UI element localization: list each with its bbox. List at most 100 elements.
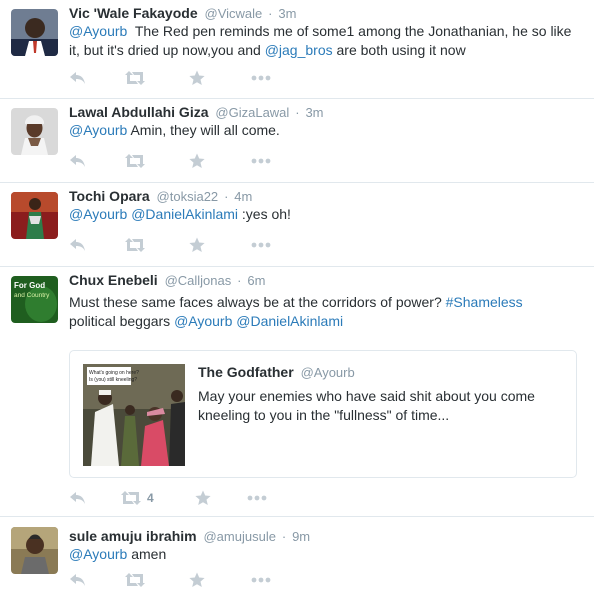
text-segment: amen [127, 546, 167, 562]
text-segment: :yes oh! [238, 206, 291, 222]
avatar[interactable] [11, 108, 58, 155]
reply-icon [70, 492, 85, 504]
tweet-actions [69, 151, 271, 171]
timestamp[interactable]: 4m [234, 189, 252, 204]
reply-button[interactable] [69, 68, 125, 88]
star-icon [189, 572, 205, 587]
quoted-tweet-image[interactable]: What's going on here? Is (you) still kne… [83, 364, 185, 466]
text-segment: are both using it now [332, 42, 466, 58]
mention-link[interactable]: @Ayourb [69, 206, 127, 222]
username[interactable]: @toksia22 [157, 189, 219, 204]
retweet-icon [125, 238, 145, 252]
reply-button[interactable] [69, 151, 125, 171]
retweet-button[interactable] [125, 68, 189, 88]
tweet-item[interactable]: For God and Country Chux Enebeli @Calljo… [0, 267, 594, 517]
reply-icon [70, 239, 85, 251]
avatar[interactable] [11, 192, 58, 239]
username[interactable]: @GizaLawal [215, 105, 289, 120]
separator: · [224, 189, 229, 204]
mention-link[interactable]: @Ayourb [69, 23, 127, 39]
reply-button[interactable] [69, 488, 121, 508]
tweet-actions [69, 68, 271, 88]
more-icon [251, 158, 271, 164]
quoted-username[interactable]: @Ayourb [301, 365, 355, 380]
tweet-text: @Ayourb @DanielAkinlami :yes oh! [69, 205, 579, 224]
quoted-tweet[interactable]: What's going on here? Is (you) still kne… [69, 350, 577, 478]
mention-link[interactable]: @DanielAkinlami [236, 313, 343, 329]
fullname[interactable]: Chux Enebeli [69, 272, 158, 288]
tweet-header: Vic 'Wale Fakayode @Vicwale · 3m [69, 4, 296, 23]
more-icon [251, 242, 271, 248]
tweet-item[interactable]: sule amuju ibrahim @amujusule · 9m @Ayou… [0, 517, 594, 589]
hashtag-link[interactable]: #Shameless [446, 294, 523, 310]
favorite-button[interactable] [189, 570, 251, 589]
timestamp[interactable]: 9m [292, 529, 310, 544]
fullname[interactable]: Tochi Opara [69, 188, 150, 204]
mention-link[interactable]: @Ayourb [69, 122, 127, 138]
mention-link[interactable]: @Ayourb [174, 313, 232, 329]
tweet-item[interactable]: Tochi Opara @toksia22 · 4m @Ayourb @Dani… [0, 183, 594, 267]
tweet-text: @Ayourb Amin, they will all come. [69, 121, 579, 140]
retweet-button[interactable]: 4 [121, 488, 195, 508]
text-line: political beggars @Ayourb @DanielAkinlam… [69, 312, 579, 331]
more-button[interactable] [251, 235, 271, 255]
favorite-button[interactable] [189, 235, 251, 255]
timestamp[interactable]: 3m [305, 105, 323, 120]
mention-link[interactable]: @DanielAkinlami [131, 206, 238, 222]
text-segment: political beggars [69, 313, 175, 329]
username[interactable]: @Calljonas [165, 273, 232, 288]
retweet-icon [121, 491, 141, 505]
avatar[interactable]: For God and Country [11, 276, 58, 323]
tweet-actions [69, 570, 271, 589]
separator: · [268, 6, 273, 21]
tweet-actions: 4 [69, 488, 267, 508]
mention-link[interactable]: @jag_bros [265, 42, 333, 58]
more-icon [247, 495, 267, 501]
tweet-header: Chux Enebeli @Calljonas · 6m [69, 271, 265, 290]
star-icon [189, 237, 205, 252]
more-button[interactable] [251, 68, 271, 88]
more-button[interactable] [251, 151, 271, 171]
tweet-timeline: Vic 'Wale Fakayode @Vicwale · 3m @Ayourb… [0, 0, 594, 589]
favorite-button[interactable] [189, 68, 251, 88]
fullname[interactable]: sule amuju ibrahim [69, 528, 197, 544]
avatar-text: and Country [14, 292, 50, 299]
tweet-text: @Ayourb amen [69, 545, 579, 564]
tweet-actions [69, 235, 271, 255]
more-icon [251, 577, 271, 583]
star-icon [189, 70, 205, 85]
username[interactable]: @amujusule [203, 529, 275, 544]
timestamp[interactable]: 3m [278, 6, 296, 21]
avatar[interactable] [11, 9, 58, 56]
retweet-icon [125, 573, 145, 587]
reply-button[interactable] [69, 235, 125, 255]
username[interactable]: @Vicwale [205, 6, 263, 21]
image-caption: Is (you) still kneeling? [89, 377, 137, 383]
mention-link[interactable]: @Ayourb [69, 546, 127, 562]
tweet-item[interactable]: Vic 'Wale Fakayode @Vicwale · 3m @Ayourb… [0, 0, 594, 99]
tweet-item[interactable]: Lawal Abdullahi Giza @GizaLawal · 3m @Ay… [0, 99, 594, 183]
favorite-button[interactable] [195, 488, 247, 508]
avatar-text: For God [14, 281, 45, 290]
reply-icon [70, 155, 85, 167]
separator: · [281, 529, 287, 544]
favorite-button[interactable] [189, 151, 251, 171]
star-icon [189, 153, 205, 168]
retweet-button[interactable] [125, 151, 189, 171]
reply-button[interactable] [69, 570, 125, 589]
avatar[interactable] [11, 527, 58, 574]
fullname[interactable]: Vic 'Wale Fakayode [69, 5, 198, 21]
quoted-tweet-header: The Godfather @Ayourb [198, 363, 355, 382]
tweet-text: @Ayourb The Red pen reminds me of some1 … [69, 22, 579, 60]
retweet-button[interactable] [125, 235, 189, 255]
more-button[interactable] [251, 570, 271, 589]
fullname[interactable]: Lawal Abdullahi Giza [69, 104, 209, 120]
text-line: Must these same faces always be at the c… [69, 293, 579, 312]
timestamp[interactable]: 6m [247, 273, 265, 288]
tweet-header: Lawal Abdullahi Giza @GizaLawal · 3m [69, 103, 324, 122]
retweet-button[interactable] [125, 570, 189, 589]
separator: · [237, 273, 242, 288]
more-button[interactable] [247, 488, 267, 508]
quoted-tweet-text: May your enemies who have said shit abou… [198, 388, 535, 423]
quoted-fullname[interactable]: The Godfather [198, 364, 294, 380]
